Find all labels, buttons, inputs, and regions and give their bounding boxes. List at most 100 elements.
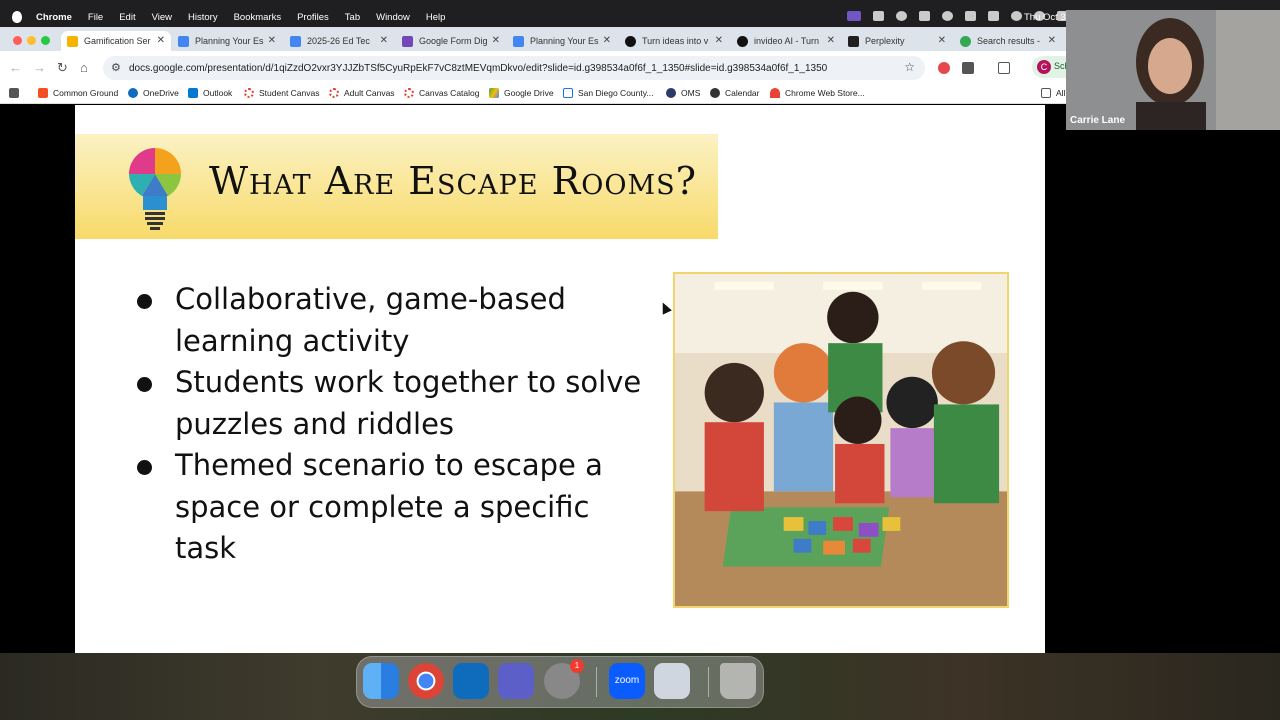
menu-edit[interactable]: Edit <box>119 12 135 23</box>
bookmark-common-ground[interactable]: Common Ground <box>38 88 118 98</box>
tab-invideo[interactable]: invideo AI - Turn ✕ <box>731 31 841 51</box>
participant-name: Carrie Lane <box>1070 115 1126 126</box>
outlook-icon <box>188 88 198 98</box>
menu-clock[interactable]: Thu Oct 30 <box>1024 12 1071 23</box>
preview-icon[interactable] <box>654 663 690 699</box>
invideo-icon <box>625 35 636 47</box>
menu-window[interactable]: Window <box>376 12 410 23</box>
bookmark-chrome-web-store[interactable]: Chrome Web Store... <box>770 88 865 98</box>
oms-icon <box>666 88 676 98</box>
bookmark-oms[interactable]: OMS <box>666 88 700 98</box>
finder-icon[interactable] <box>363 663 399 699</box>
tab-perplexity[interactable]: Perplexity ✕ <box>842 31 952 51</box>
sync-icon[interactable] <box>896 11 907 21</box>
outlook-icon[interactable] <box>453 663 489 699</box>
participant-video-icon <box>1066 10 1280 130</box>
close-tab-icon[interactable]: ✕ <box>157 35 165 46</box>
menu-bookmarks[interactable]: Bookmarks <box>234 12 282 23</box>
bookmark-canvas-catalog[interactable]: Canvas Catalog <box>404 88 479 98</box>
close-tab-icon[interactable]: ✕ <box>938 35 946 46</box>
all-bookmarks[interactable]: All <box>1041 88 1065 98</box>
tab-strip: Gamification Ser ✕ Planning Your Es ✕ 20… <box>0 27 1066 51</box>
menu-tab[interactable]: Tab <box>345 12 360 23</box>
bookmark-google-drive[interactable]: Google Drive <box>489 88 554 98</box>
extensions-puzzle-icon[interactable] <box>962 62 974 74</box>
canvas-icon <box>244 88 254 98</box>
bookmark-outlook[interactable]: Outlook <box>188 88 232 98</box>
drive-icon <box>960 35 971 47</box>
forward-icon[interactable]: → <box>33 60 46 75</box>
tab-planning-2[interactable]: Planning Your Es ✕ <box>507 31 617 51</box>
docs-icon <box>290 35 301 47</box>
close-window-button[interactable] <box>13 36 22 45</box>
tab-turn-ideas[interactable]: Turn ideas into v ✕ <box>619 31 729 51</box>
site-info-icon[interactable]: ⚙ <box>111 61 121 74</box>
menu-file[interactable]: File <box>88 12 103 23</box>
cloud-icon[interactable] <box>873 11 884 21</box>
close-tab-icon[interactable]: ✕ <box>380 35 388 46</box>
menu-profiles[interactable]: Profiles <box>297 12 329 23</box>
menu-chrome[interactable]: Chrome <box>36 12 72 23</box>
profile-button[interactable]: C Sch <box>1032 56 1070 78</box>
reload-icon[interactable]: ↻ <box>57 60 68 76</box>
bookmark-student-canvas[interactable]: Student Canvas <box>244 88 319 98</box>
close-tab-icon[interactable]: ✕ <box>492 35 500 46</box>
tab-gamification[interactable]: Gamification Ser ✕ <box>61 31 171 51</box>
teams-icon[interactable] <box>498 663 534 699</box>
minimize-window-button[interactable] <box>27 36 36 45</box>
tab-google-form[interactable]: Google Form Dig ✕ <box>396 31 506 51</box>
home-icon[interactable]: ⌂ <box>80 60 88 75</box>
close-tab-icon[interactable]: ✕ <box>1048 35 1056 46</box>
bullet-item: Collaborative, game-based learning activ… <box>135 279 655 362</box>
mouse-cursor <box>658 300 672 315</box>
extension-icon[interactable] <box>919 11 930 21</box>
bookmark-calendar[interactable]: Calendar <box>710 88 760 98</box>
address-bar[interactable]: ⚙ ☆ <box>103 56 925 80</box>
menu-history[interactable]: History <box>188 12 218 23</box>
docs-icon <box>178 35 189 47</box>
bookmark-onedrive[interactable]: OneDrive <box>128 88 179 98</box>
bookmarks-bar: Common Ground OneDrive Outlook Student C… <box>0 83 1066 104</box>
bullet-item: Students work together to solve puzzles … <box>135 362 655 445</box>
bullet-list: Collaborative, game-based learning activ… <box>135 279 655 570</box>
triangle-icon <box>563 88 573 98</box>
folder-icon <box>1041 88 1051 98</box>
screen-share-icon[interactable] <box>847 11 861 21</box>
maximize-window-button[interactable] <box>41 36 50 45</box>
close-tab-icon[interactable]: ✕ <box>268 35 276 46</box>
bookmark-adult-canvas[interactable]: Adult Canvas <box>329 88 395 98</box>
onedrive-icon <box>128 88 138 98</box>
vpn-icon[interactable] <box>942 11 953 21</box>
menu-view[interactable]: View <box>152 12 172 23</box>
url-input[interactable] <box>129 60 889 76</box>
video-participant-tile[interactable]: Carrie Lane <box>1066 10 1280 130</box>
tab-ed-tech[interactable]: 2025-26 Ed Tec ✕ <box>284 31 394 51</box>
bookmark-star-icon[interactable]: ☆ <box>904 60 915 74</box>
close-tab-icon[interactable]: ✕ <box>603 35 611 46</box>
slides-icon <box>67 35 78 47</box>
trash-icon[interactable] <box>720 663 756 699</box>
close-tab-icon[interactable]: ✕ <box>715 35 723 46</box>
screen: Chrome File Edit View History Bookmarks … <box>0 0 1280 720</box>
tab-title: Search results - <box>977 36 1041 46</box>
side-panel-icon[interactable] <box>998 62 1010 74</box>
dock-separator <box>708 667 709 697</box>
extension-red-icon[interactable] <box>938 62 950 74</box>
clipboard-icon[interactable] <box>965 11 976 21</box>
battery-icon[interactable] <box>988 11 999 21</box>
zoom-icon[interactable]: zoom <box>609 663 645 699</box>
tab-search-results[interactable]: Search results - ✕ <box>954 31 1062 51</box>
apps-grid-icon[interactable] <box>9 88 24 98</box>
back-icon[interactable]: ← <box>9 60 22 75</box>
menu-help[interactable]: Help <box>426 12 446 23</box>
drive-icon <box>489 88 499 98</box>
bookmark-san-diego[interactable]: San Diego County... <box>563 88 653 98</box>
chrome-icon[interactable] <box>408 663 444 699</box>
perplexity-icon <box>848 35 859 47</box>
presentation-slide: What Are Escape Rooms? Collaborative, ga… <box>75 105 1045 653</box>
tab-planning-1[interactable]: Planning Your Es ✕ <box>172 31 282 51</box>
wifi-icon[interactable] <box>1011 11 1022 21</box>
dock: 1 zoom <box>356 656 764 708</box>
apple-icon[interactable] <box>12 11 22 23</box>
close-tab-icon[interactable]: ✕ <box>827 35 835 46</box>
